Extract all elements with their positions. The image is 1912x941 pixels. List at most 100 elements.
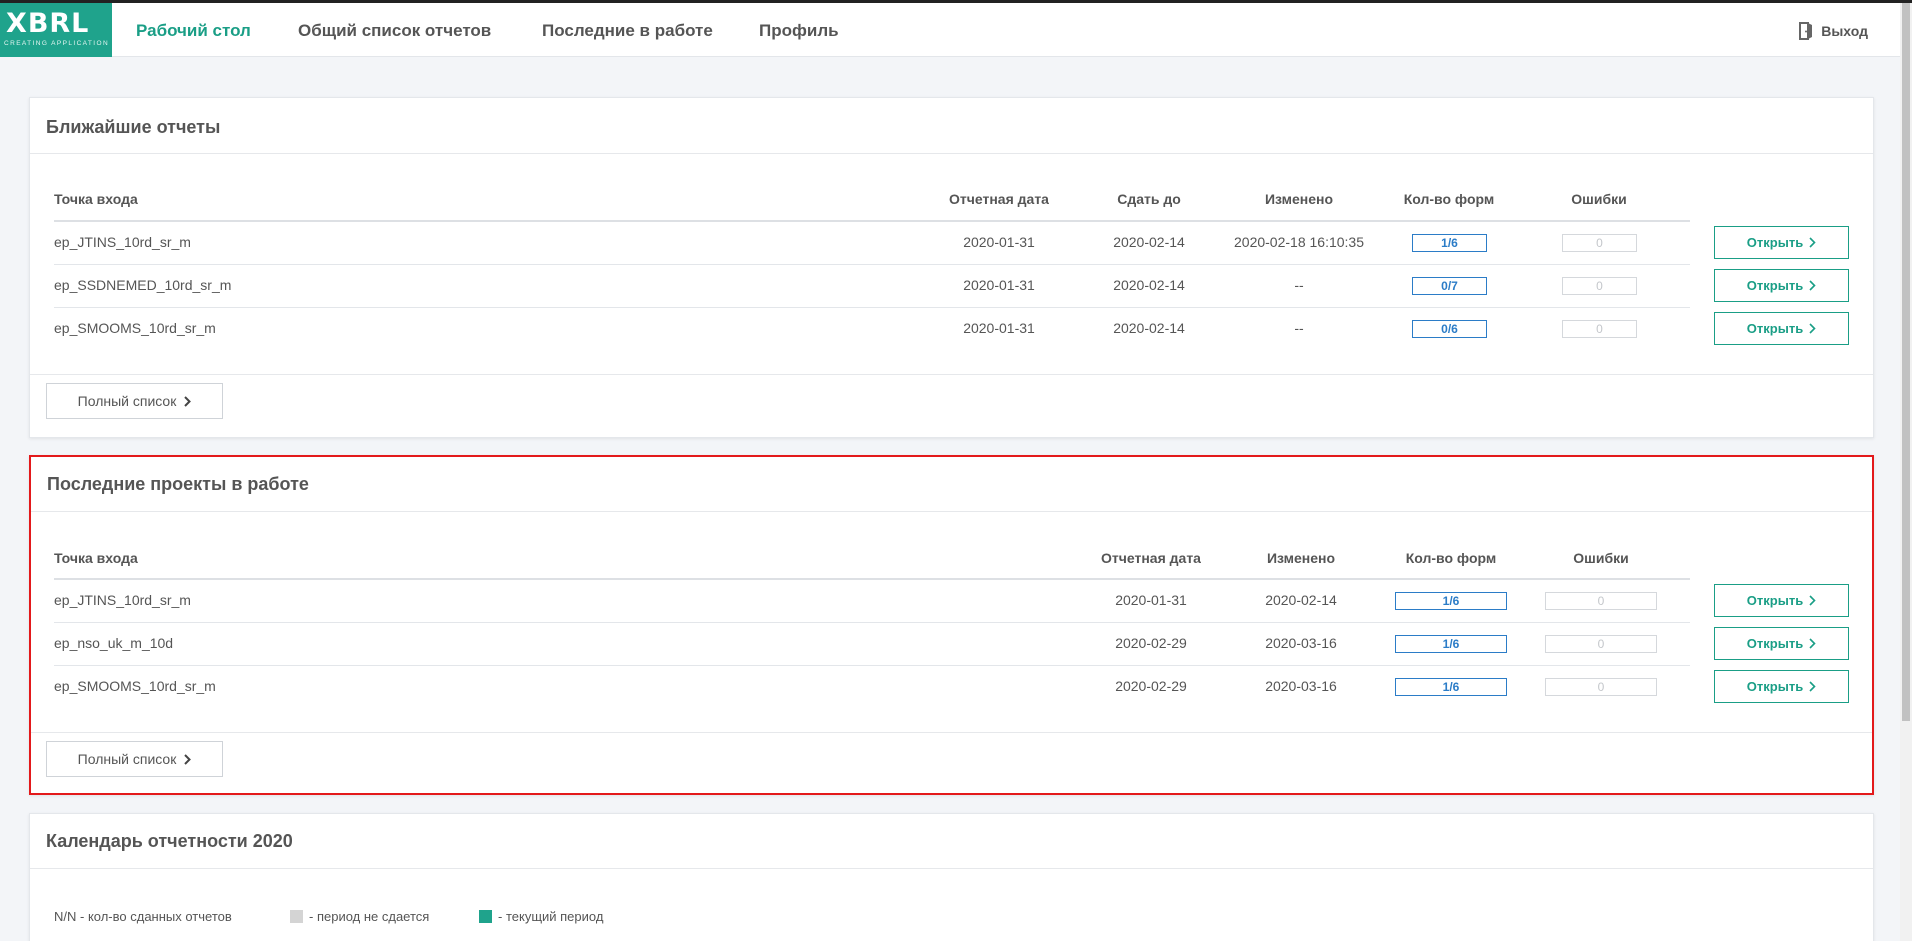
logout-button[interactable]: Выход [1799, 22, 1868, 40]
entry-point: ep_SMOOMS_10rd_sr_m [54, 678, 216, 694]
errors-badge: 0 [1562, 277, 1637, 295]
nav-recent-work[interactable]: Последние в работе [542, 21, 713, 41]
top-navbar: XBRL CREATING APPLICATION Рабочий стол О… [0, 0, 1912, 57]
forms-count-badge: 0/7 [1412, 277, 1487, 295]
open-button-label: Открыть [1746, 235, 1804, 250]
page-scrollbar[interactable] [1900, 3, 1912, 941]
chevron-right-icon [1809, 595, 1816, 606]
errors-badge: 0 [1562, 234, 1637, 252]
errors-badge: 0 [1545, 592, 1657, 610]
report-date: 2020-01-31 [963, 277, 1035, 293]
entry-point: ep_SMOOMS_10rd_sr_m [54, 320, 216, 336]
row-divider [54, 307, 1690, 308]
legend-not-due: - период не сдается [290, 909, 429, 924]
chevron-right-icon [1809, 681, 1816, 692]
xbrl-logo[interactable]: XBRL CREATING APPLICATION [0, 3, 112, 57]
open-button[interactable]: Открыть [1714, 584, 1849, 617]
due-date: 2020-02-14 [1113, 234, 1185, 250]
report-date: 2020-02-29 [1115, 635, 1187, 651]
row-divider [54, 264, 1690, 265]
card-title: Календарь отчетности 2020 [46, 831, 293, 851]
forms-count-badge: 0/6 [1412, 320, 1487, 338]
open-button[interactable]: Открыть [1714, 226, 1849, 259]
logo-text: XBRL [6, 8, 90, 39]
changed-date: -- [1294, 320, 1304, 336]
chevron-right-icon [184, 395, 192, 407]
divider [31, 511, 1872, 512]
col-header-date: Отчетная дата [1101, 550, 1201, 566]
report-date: 2020-01-31 [963, 320, 1035, 336]
header-divider [54, 578, 1690, 580]
divider [31, 732, 1872, 733]
report-date: 2020-01-31 [963, 234, 1035, 250]
chevron-right-icon [1809, 280, 1816, 291]
forms-count-badge: 1/6 [1395, 592, 1507, 610]
entry-point: ep_nso_uk_m_10d [54, 635, 174, 651]
logout-icon [1799, 22, 1813, 40]
divider [30, 374, 1873, 375]
calendar-card: Календарь отчетности 2020 N/N - кол-во с… [29, 813, 1874, 941]
col-header-forms: Кол-во форм [1405, 550, 1497, 566]
logo-tagline: CREATING APPLICATION [4, 40, 110, 47]
errors-badge: 0 [1545, 635, 1657, 653]
entry-point: ep_SSDNEMED_10rd_sr_m [54, 277, 232, 293]
nav-all-reports[interactable]: Общий список отчетов [298, 21, 491, 41]
report-date: 2020-02-29 [1115, 678, 1187, 694]
open-button[interactable]: Открыть [1714, 312, 1849, 345]
open-button-label: Открыть [1746, 278, 1804, 293]
legend-current-label: - текущий период [498, 909, 604, 924]
col-header-changed: Изменено [1266, 550, 1336, 566]
current-swatch [479, 910, 492, 923]
chevron-right-icon [184, 753, 192, 765]
header-divider [54, 220, 1690, 222]
forms-count-badge: 1/6 [1395, 635, 1507, 653]
nav-desktop[interactable]: Рабочий стол [136, 21, 251, 41]
forms-count-badge: 1/6 [1412, 234, 1487, 252]
full-list-label: Полный список [77, 751, 177, 767]
forms-count-badge: 1/6 [1395, 678, 1507, 696]
open-button-label: Открыть [1746, 321, 1804, 336]
report-date: 2020-01-31 [1115, 592, 1187, 608]
legend-not-due-label: - период не сдается [309, 909, 430, 924]
chevron-right-icon [1809, 237, 1816, 248]
due-date: 2020-02-14 [1113, 277, 1185, 293]
col-header-entry: Точка входа [54, 550, 138, 566]
open-button[interactable]: Открыть [1714, 670, 1849, 703]
full-list-button[interactable]: Полный список [46, 383, 223, 419]
divider [30, 868, 1873, 869]
row-divider [54, 622, 1690, 623]
open-button-label: Открыть [1746, 593, 1804, 608]
errors-badge: 0 [1545, 678, 1657, 696]
col-header-date: Отчетная дата [949, 191, 1049, 207]
nearest-reports-card: Ближайшие отчеты Точка входа Отчетная да… [29, 97, 1874, 438]
open-button-label: Открыть [1746, 636, 1804, 651]
chevron-right-icon [1809, 323, 1816, 334]
recent-projects-card: Последние проекты в работе Точка входа О… [29, 455, 1874, 795]
open-button-label: Открыть [1746, 679, 1804, 694]
col-header-errors: Ошибки [1571, 191, 1627, 207]
card-title: Ближайшие отчеты [46, 117, 221, 137]
changed-date: 2020-02-14 [1265, 592, 1337, 608]
open-button[interactable]: Открыть [1714, 269, 1849, 302]
col-header-forms: Кол-во форм [1403, 191, 1495, 207]
col-header-entry: Точка входа [54, 191, 138, 207]
entry-point: ep_JTINS_10rd_sr_m [54, 592, 191, 608]
card-title: Последние проекты в работе [47, 474, 309, 494]
nav-profile[interactable]: Профиль [759, 21, 839, 41]
open-button[interactable]: Открыть [1714, 627, 1849, 660]
divider [30, 153, 1873, 154]
chevron-right-icon [1809, 638, 1816, 649]
col-header-changed: Изменено [1264, 191, 1334, 207]
errors-badge: 0 [1562, 320, 1637, 338]
legend-count-label: N/N - кол-во сданных отчетов [54, 909, 232, 924]
col-header-due: Сдать до [1117, 191, 1181, 207]
changed-date: 2020-02-18 16:10:35 [1234, 234, 1364, 250]
entry-point: ep_JTINS_10rd_sr_m [54, 234, 191, 250]
not-due-swatch [290, 910, 303, 923]
legend-current: - текущий период [479, 909, 603, 924]
logout-label: Выход [1821, 23, 1868, 39]
scrollbar-thumb[interactable] [1902, 3, 1910, 721]
changed-date: -- [1294, 277, 1304, 293]
changed-date: 2020-03-16 [1265, 635, 1337, 651]
full-list-button[interactable]: Полный список [46, 741, 223, 777]
